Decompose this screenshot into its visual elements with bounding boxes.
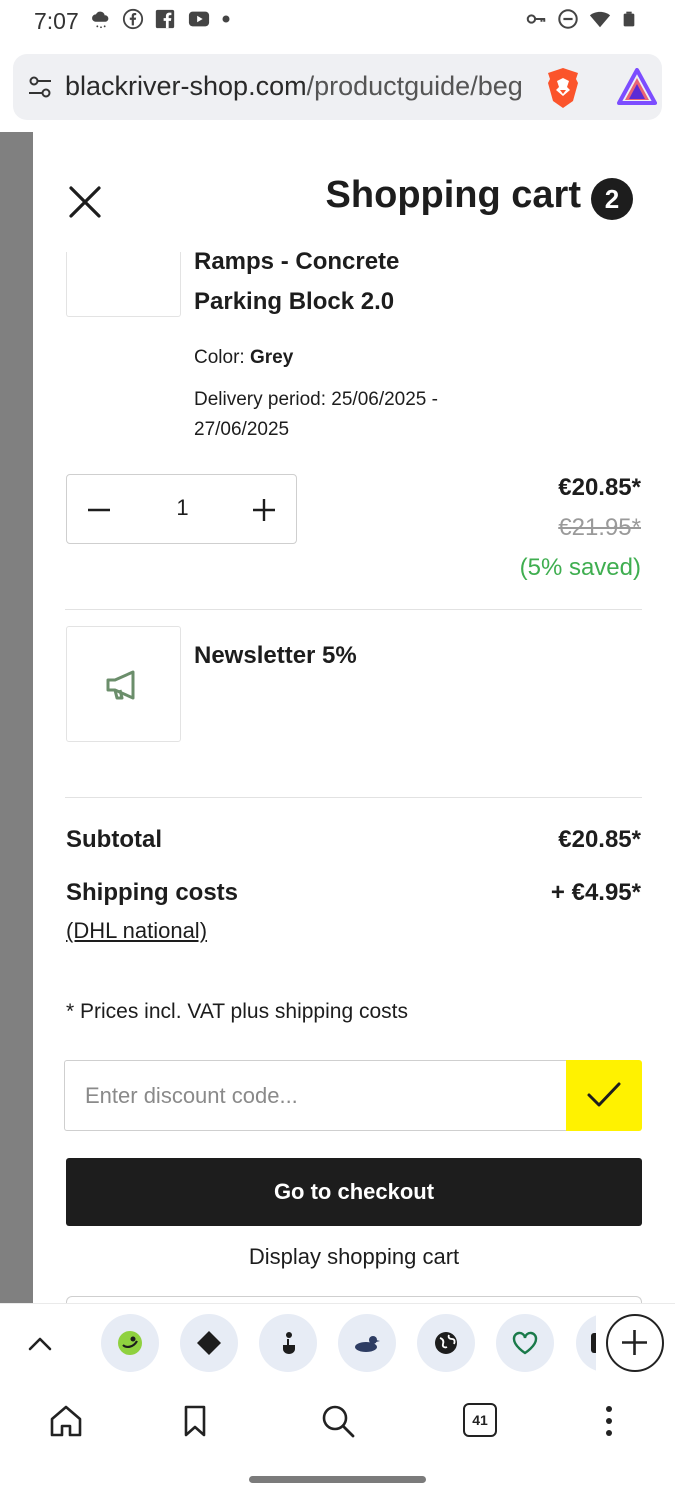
status-time: 7:07 <box>34 8 79 34</box>
product-thumbnail[interactable] <box>66 252 181 317</box>
gesture-handle[interactable] <box>249 1476 426 1483</box>
bookmark-shortcut[interactable] <box>338 1314 396 1372</box>
bookmark-shortcut <box>576 1314 596 1372</box>
home-icon[interactable] <box>48 1403 84 1439</box>
product-name-line2: Parking Block 2.0 <box>194 288 395 315</box>
checkmark-icon <box>587 1082 621 1107</box>
key-icon <box>526 14 546 24</box>
dark-logo-icon <box>591 1333 596 1353</box>
dot-icon <box>222 15 230 23</box>
system-icons <box>525 8 637 30</box>
brave-shields-icon[interactable] <box>543 66 583 110</box>
browser-toolbar: 41 <box>0 1385 675 1500</box>
site-settings-icon[interactable] <box>27 74 53 100</box>
close-icon[interactable] <box>63 180 107 224</box>
partial-section <box>66 1296 642 1303</box>
display-cart-link[interactable]: Display shopping cart <box>66 1244 642 1270</box>
divider <box>65 609 642 610</box>
battery-icon <box>623 11 635 27</box>
divider <box>65 797 642 798</box>
promo-thumbnail <box>66 626 181 742</box>
url-host: blackriver-shop.com <box>65 71 307 101</box>
search-icon[interactable] <box>320 1403 356 1439</box>
duck-icon <box>355 1336 380 1352</box>
checkout-button[interactable]: Go to checkout <box>66 1158 642 1226</box>
vat-note: * Prices incl. VAT plus shipping costs <box>66 1000 408 1023</box>
apply-discount-button[interactable] <box>566 1060 642 1131</box>
delivery-line1: Delivery period: 25/06/2025 - <box>194 389 438 410</box>
cart-count-badge: 2 <box>591 178 633 220</box>
product-name[interactable]: Ramps - Concrete Parking Block 2.0 <box>194 252 399 332</box>
bookmark-icon[interactable] <box>177 1403 213 1439</box>
product-color: Color: Grey <box>194 343 293 373</box>
subtotal-label: Subtotal <box>66 826 162 853</box>
color-value: Grey <box>249 347 294 368</box>
address-bar[interactable]: blackriver-shop.com/productguide/beg <box>13 54 662 120</box>
cloud-rain-icon <box>92 11 109 29</box>
price-block: €20.85* €21.95* (5% saved) <box>520 474 641 582</box>
bookmark-shortcut[interactable] <box>417 1314 475 1372</box>
bookmark-shortcut-partial[interactable] <box>576 1314 596 1372</box>
globe-icon <box>435 1332 457 1354</box>
bookmark-shortcut[interactable] <box>496 1314 554 1372</box>
url-path: /productguide/beg <box>306 71 523 101</box>
shipping-method-link[interactable]: (DHL national) <box>66 918 207 944</box>
bookmark-shortcut[interactable] <box>180 1314 238 1372</box>
bookmarks-bar <box>0 1303 675 1385</box>
wifi-icon <box>589 11 611 28</box>
green-brand-icon <box>118 1331 142 1355</box>
color-label: Color: <box>194 347 245 368</box>
person-toilet-icon <box>283 1332 295 1354</box>
status-bar: 7:07 <box>0 0 675 40</box>
do-not-disturb-icon <box>558 9 578 29</box>
megaphone-icon <box>106 670 135 700</box>
delivery-period: Delivery period: 25/06/2025 - 27/06/2025 <box>194 385 438 445</box>
price-old: €21.95* <box>558 514 641 541</box>
notification-icons <box>90 8 230 30</box>
page-overlay[interactable] <box>0 132 33 1303</box>
cart-panel: Shopping cart 2 Ramps - Concrete Parking… <box>33 132 675 1303</box>
youtube-icon <box>188 11 210 27</box>
promo-name: Newsletter 5% <box>194 642 357 669</box>
diamond-logo-icon <box>197 1331 221 1355</box>
subtotal-value: €20.85* <box>558 826 641 853</box>
facebook-square-icon <box>155 9 175 29</box>
cart-title: Shopping cart <box>325 174 581 216</box>
heart-icon <box>512 1331 538 1355</box>
price-saved: (5% saved) <box>519 554 641 581</box>
discount-code-input[interactable] <box>64 1060 567 1131</box>
brave-rewards-icon[interactable] <box>617 68 657 106</box>
product-name-line1: Ramps - Concrete <box>194 252 400 275</box>
delivery-line2: 27/06/2025 <box>194 419 290 440</box>
tab-switcher-button[interactable]: 41 <box>463 1403 497 1437</box>
plus-icon[interactable] <box>250 496 278 524</box>
price-now: €20.85* <box>558 474 641 501</box>
bookmark-shortcut[interactable] <box>101 1314 159 1372</box>
plus-icon <box>622 1330 647 1355</box>
quantity-stepper: 1 <box>66 474 297 544</box>
bookmark-shortcut[interactable] <box>259 1314 317 1372</box>
facebook-circle-icon <box>122 8 144 30</box>
chevron-up-icon[interactable] <box>26 1330 54 1358</box>
url-text[interactable]: blackriver-shop.com/productguide/beg <box>65 71 527 102</box>
more-menu-icon[interactable] <box>591 1403 627 1439</box>
add-bookmark-button[interactable] <box>606 1314 664 1372</box>
shipping-label: Shipping costs <box>66 879 239 906</box>
shipping-value: + €4.95* <box>550 879 641 906</box>
